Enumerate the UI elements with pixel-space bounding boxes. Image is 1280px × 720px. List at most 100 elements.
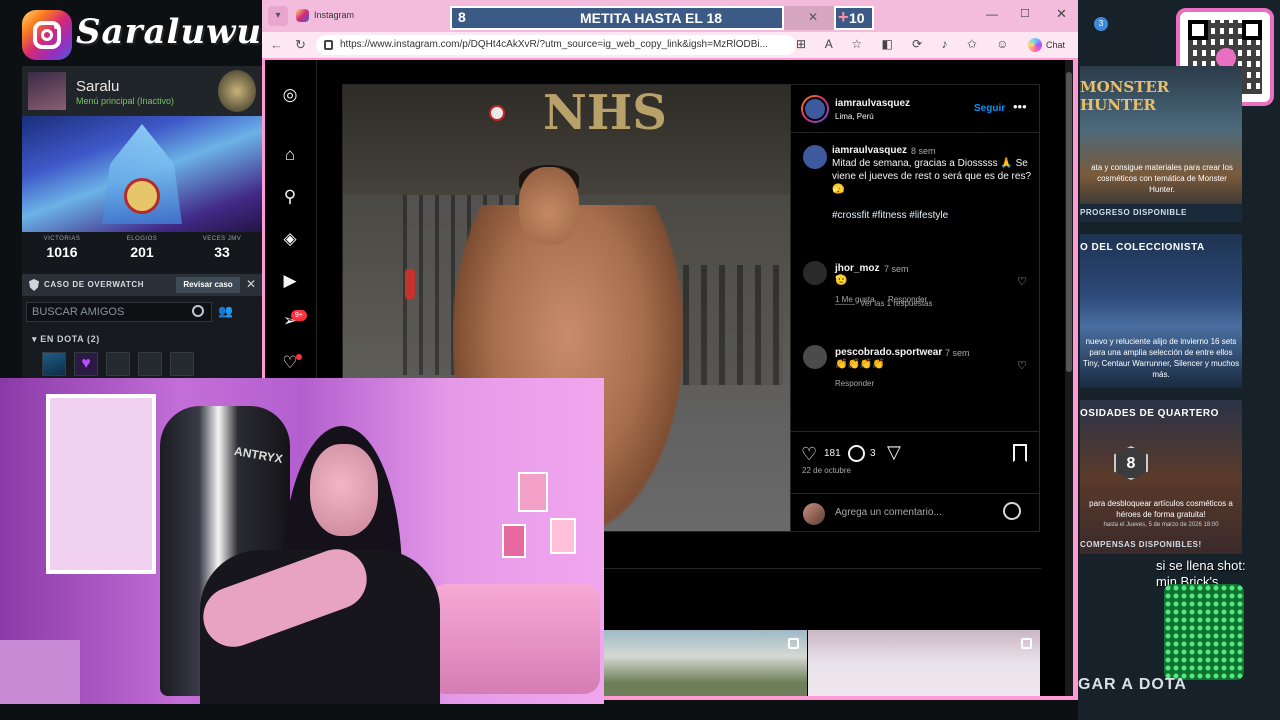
- webcam-shelf: [46, 394, 156, 574]
- friend-group-header[interactable]: ▾ EN DOTA (2): [32, 334, 100, 345]
- comment-bubble-icon[interactable]: [848, 445, 865, 462]
- event-title: O DEL COLECCIONISTA: [1080, 242, 1205, 253]
- carousel-icon: [1021, 638, 1032, 649]
- friend-avatar-heart-icon[interactable]: ♥: [74, 352, 98, 376]
- comment-text: 👏👏👏👏: [835, 359, 885, 370]
- reload-icon[interactable]: ↻: [295, 37, 306, 53]
- profile-stats: VICTORIAS 1016 ELOGIOS 201 VECES JMV 33: [22, 232, 262, 272]
- profile-name[interactable]: Saralu: [76, 78, 119, 95]
- more-post-thumbnail[interactable]: [808, 630, 1040, 696]
- comment-reply-button[interactable]: Responder: [835, 379, 874, 388]
- more-post-thumbnail[interactable]: [604, 630, 807, 696]
- close-icon[interactable]: ✕: [246, 277, 256, 291]
- home-icon[interactable]: ⌂: [279, 144, 301, 166]
- messages-badge: 9+: [291, 310, 307, 321]
- comment-avatar[interactable]: [803, 345, 827, 369]
- drink-counter-overlay: 8 METITA HASTA EL 18 ✕ + 10: [450, 6, 874, 30]
- friend-search-input[interactable]: BUSCAR AMIGOS: [26, 302, 212, 322]
- comment-count: 3: [870, 448, 876, 459]
- address-bar-row: ← ↻ https://www.instagram.com/p/DQHt4cAk…: [262, 32, 1078, 58]
- stat-value: 201: [130, 244, 154, 260]
- comment-avatar[interactable]: [803, 261, 827, 285]
- webcam-feed: ANTRYX: [0, 378, 604, 704]
- event-title: OSIDADES DE QUARTERO: [1080, 408, 1219, 419]
- caption-username[interactable]: iamraulvasquez: [832, 145, 907, 156]
- avatar[interactable]: [28, 72, 66, 110]
- window-close-icon[interactable]: ✕: [1056, 6, 1067, 22]
- post-actions: ♡ 181 3 ▽: [791, 431, 1040, 491]
- share-icon[interactable]: ▽: [887, 442, 901, 463]
- copilot-chat-label[interactable]: Chat: [1046, 40, 1065, 50]
- friend-avatar-empty: [106, 352, 130, 376]
- collector-cache-panel[interactable]: O DEL COLECCIONISTA nuevo y reluciente a…: [1080, 234, 1242, 388]
- instagram-glyph-icon[interactable]: ◎: [279, 84, 301, 106]
- back-arrow-icon[interactable]: ←: [270, 37, 283, 52]
- explore-icon[interactable]: ◈: [279, 228, 301, 250]
- shot-jar-widget: [1164, 584, 1244, 680]
- notification-count-badge[interactable]: 3: [1094, 17, 1108, 31]
- like-heart-icon[interactable]: ♡: [801, 444, 817, 465]
- friend-avatar[interactable]: [42, 352, 66, 376]
- wall-poster: [550, 518, 576, 554]
- review-case-button[interactable]: Revisar caso: [176, 277, 240, 293]
- lock-icon[interactable]: [324, 40, 333, 50]
- streamer-figure: [194, 418, 440, 704]
- instagram-logo-icon: [22, 10, 72, 60]
- add-friend-icon[interactable]: 👥: [218, 304, 258, 320]
- bookmark-icon[interactable]: [1013, 444, 1027, 462]
- caption-text: Mitad de semana, gracias a Diosssss 🙏 Se…: [832, 158, 1032, 195]
- monster-hunter-event-panel[interactable]: MONSTER HUNTER ata y consigue materiales…: [1080, 66, 1242, 222]
- event-description: para desbloquear artículos cosméticos a …: [1089, 499, 1233, 519]
- like-count[interactable]: 181: [824, 448, 841, 459]
- counter-current: 8: [458, 9, 466, 25]
- author-avatar[interactable]: [801, 95, 829, 123]
- friend-avatar-empty: [138, 352, 162, 376]
- counter-plus-icon: +: [838, 7, 849, 27]
- scrollbar-thumb[interactable]: [1066, 72, 1072, 372]
- copilot-icon[interactable]: [1028, 38, 1042, 52]
- stat-mvp: VECES JMV 33: [182, 232, 262, 272]
- comment-like-heart-icon[interactable]: ♡: [1017, 359, 1027, 372]
- comment-like-heart-icon[interactable]: ♡: [1017, 275, 1027, 288]
- comment-username[interactable]: pescobrado.sportwear: [835, 347, 942, 358]
- post-header: iamraulvasquez Lima, Perú Seguir •••: [791, 85, 1040, 133]
- counter-goal: 10: [849, 10, 865, 26]
- minimize-icon[interactable]: —: [986, 7, 998, 21]
- comment-time: 7 sem: [945, 348, 970, 358]
- more-options-icon[interactable]: •••: [1013, 99, 1027, 114]
- post-date: 22 de octubre: [802, 466, 851, 475]
- counter-close-icon: ✕: [808, 10, 819, 24]
- reward-count-badge: 8: [1114, 446, 1148, 480]
- follow-button[interactable]: Seguir: [974, 103, 1005, 114]
- tab-actions-chevron-icon[interactable]: ▾: [268, 6, 288, 26]
- shield-icon: [29, 279, 39, 291]
- author-username[interactable]: iamraulvasquez: [835, 98, 910, 109]
- post-location[interactable]: Lima, Perú: [835, 112, 874, 121]
- comment-username[interactable]: jhor_moz: [835, 263, 879, 274]
- friend-avatar-empty: [170, 352, 194, 376]
- stat-label: VECES JMV: [202, 236, 242, 242]
- profile-status: Menú principal (Inactivo): [76, 96, 175, 106]
- play-dota-banner[interactable]: GAR A DOTA: [1078, 676, 1244, 702]
- maximize-icon[interactable]: ☐: [1020, 7, 1030, 20]
- browser-toolbar-icons[interactable]: ⊞ A ☆ ◧ ⟳ ♪ ✩ ☺ ⋯: [796, 37, 1016, 51]
- stat-label: ELOGIOS: [126, 236, 158, 242]
- view-replies-link[interactable]: Ver las 1 respuestas: [860, 299, 932, 308]
- tab-instagram[interactable]: Instagram: [292, 4, 462, 28]
- stat-wins: VICTORIAS 1016: [22, 232, 102, 272]
- quartermaster-panel[interactable]: OSIDADES DE QUARTERO 8 para desbloquear …: [1080, 400, 1242, 554]
- instagram-favicon-icon: [296, 9, 309, 22]
- overwatch-label: CASO DE OVERWATCH: [44, 280, 145, 289]
- reels-icon[interactable]: ▶: [279, 270, 301, 292]
- comment-input[interactable]: Agrega un comentario...: [835, 507, 942, 518]
- url-input[interactable]: https://www.instagram.com/p/DQHt4cAkXvR/…: [316, 35, 796, 55]
- caption-avatar[interactable]: [803, 145, 827, 169]
- friend-avatar-list: ♥: [42, 352, 212, 376]
- caption-hashtags[interactable]: #crossfit #fitness #lifestyle: [832, 210, 948, 221]
- dota-profile-panel: Saralu Menú principal (Inactivo) VICTORI…: [22, 66, 262, 378]
- search-icon[interactable]: [192, 305, 204, 317]
- profile-hero-artwork: [22, 116, 262, 232]
- add-comment-row: Agrega un comentario...: [791, 493, 1040, 531]
- search-icon[interactable]: ⚲: [279, 186, 301, 208]
- emoji-icon[interactable]: [1003, 502, 1021, 520]
